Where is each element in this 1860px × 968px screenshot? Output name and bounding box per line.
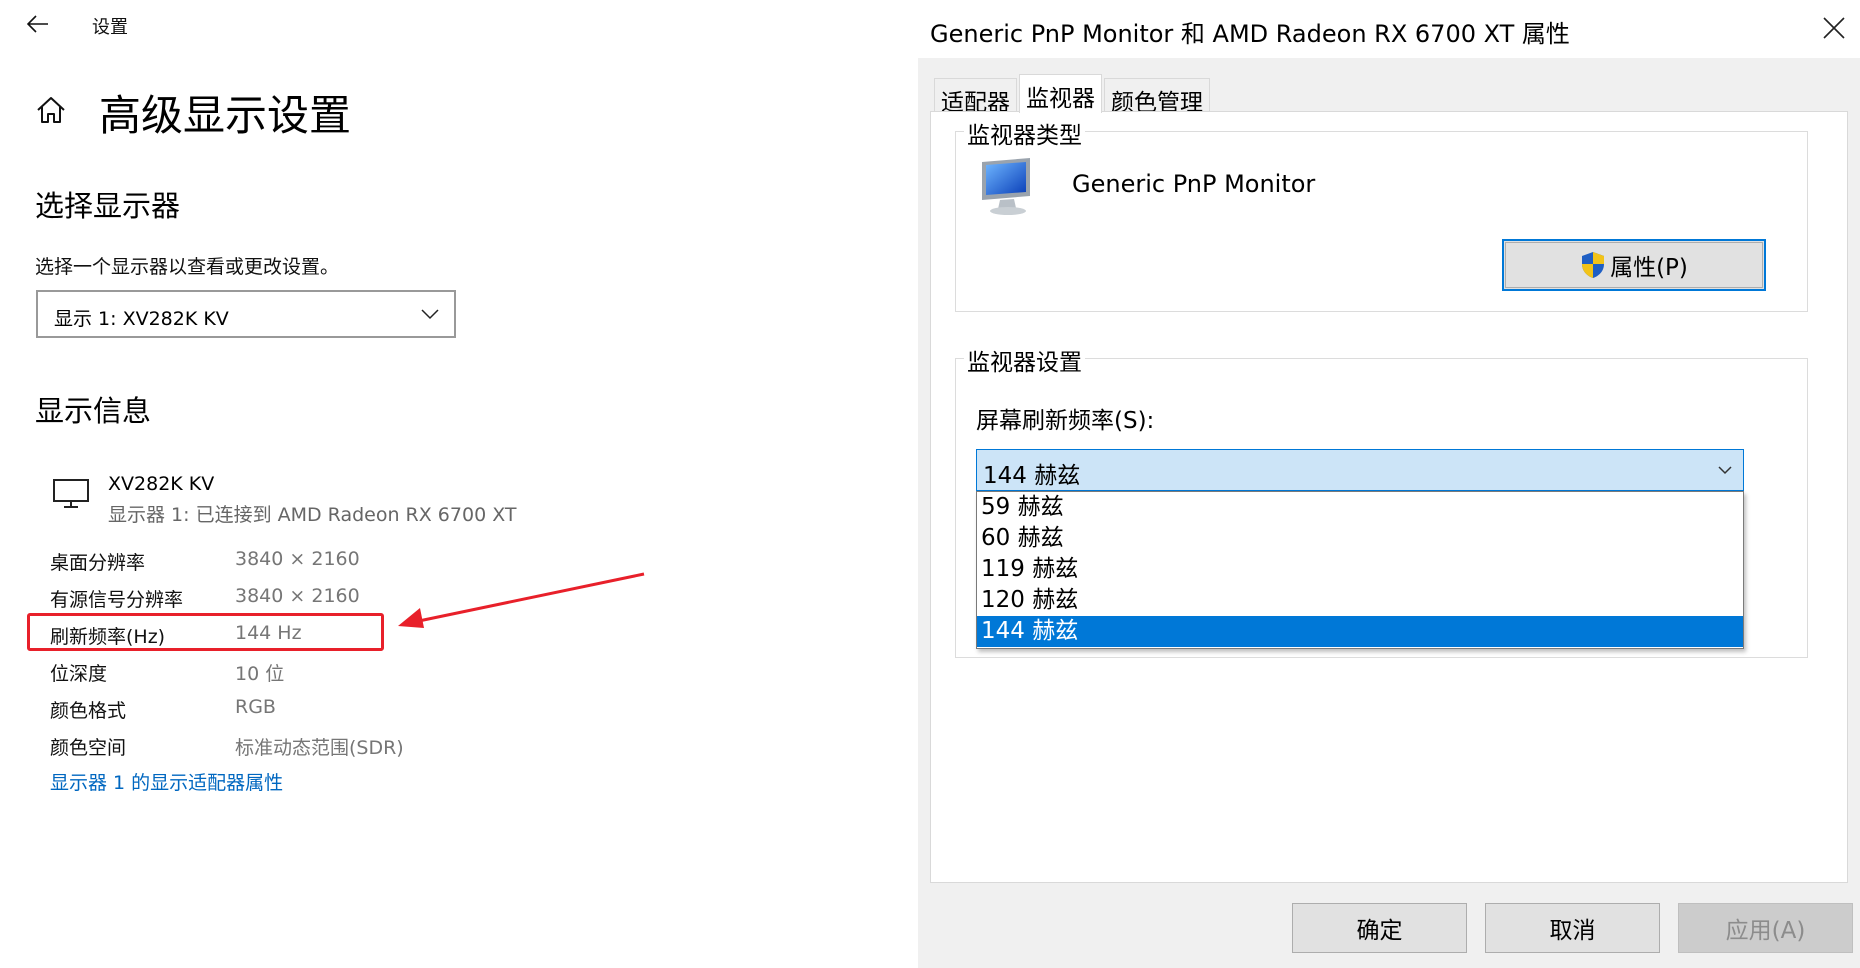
settings-app-title: 设置	[92, 17, 128, 38]
tab-monitor[interactable]: 监视器	[1019, 74, 1102, 113]
refresh-option[interactable]: 119 赫兹	[977, 554, 1743, 585]
choose-display-description: 选择一个显示器以查看或更改设置。	[35, 256, 340, 278]
monitor-type-group: 监视器类型 Generic PnP Monitor 属性(P)	[955, 116, 1808, 312]
refresh-option-selected[interactable]: 144 赫兹	[977, 616, 1743, 647]
refresh-option[interactable]: 120 赫兹	[977, 585, 1743, 616]
page-title: 高级显示设置	[99, 91, 352, 140]
display-select-dropdown[interactable]: 显示 1: XV282K KV	[36, 290, 456, 338]
refresh-rate-combobox[interactable]: 144 赫兹	[976, 449, 1744, 491]
settings-title-bar: 设置	[0, 0, 918, 50]
properties-button-label: 属性(P)	[1610, 255, 1688, 281]
info-value: 标准动态范围(SDR)	[235, 737, 404, 759]
choose-display-heading: 选择显示器	[35, 189, 181, 223]
monitor-settings-group: 监视器设置 屏幕刷新频率(S): 144 赫兹 59 赫兹 60 赫兹 119 …	[955, 343, 1808, 658]
info-value: 3840 × 2160	[235, 548, 360, 570]
info-label: 有源信号分辨率	[50, 589, 184, 611]
info-value: RGB	[235, 696, 276, 718]
ok-button[interactable]: 确定	[1292, 903, 1467, 953]
monitor-settings-group-title: 监视器设置	[964, 343, 1085, 377]
info-value: 10 位	[235, 663, 285, 685]
tab-adapter[interactable]: 适配器	[934, 78, 1017, 116]
annotation-highlight-box	[27, 613, 384, 651]
display-info-heading: 显示信息	[35, 394, 152, 428]
info-value: 3840 × 2160	[235, 585, 360, 607]
properties-dialog: Generic PnP Monitor 和 AMD Radeon RX 6700…	[918, 0, 1860, 968]
settings-window: 设置 高级显示设置 选择显示器 选择一个显示器以查看或更改设置。 显示 1: X…	[0, 0, 918, 968]
refresh-rate-selected: 144 赫兹	[983, 463, 1081, 489]
uac-shield-icon	[1582, 252, 1605, 278]
info-label: 颜色格式	[50, 700, 127, 722]
refresh-option[interactable]: 59 赫兹	[977, 492, 1743, 523]
back-button[interactable]	[22, 8, 54, 40]
monitor-icon	[53, 479, 89, 508]
back-arrow-icon	[27, 15, 48, 33]
home-icon[interactable]	[34, 93, 68, 127]
dialog-body: 适配器 监视器 颜色管理 监视器类型 Generic PnP Monitor 属…	[918, 58, 1860, 968]
adapter-properties-link[interactable]: 显示器 1 的显示适配器属性	[50, 768, 283, 795]
dialog-title: Generic PnP Monitor 和 AMD Radeon RX 6700…	[930, 20, 1570, 48]
chevron-down-icon	[421, 309, 439, 320]
monitor-properties-button[interactable]: 属性(P)	[1502, 239, 1766, 291]
tab-color-management[interactable]: 颜色管理	[1104, 78, 1210, 116]
info-label: 桌面分辨率	[50, 552, 146, 574]
monitor-device-icon	[982, 158, 1030, 215]
refresh-rate-label: 屏幕刷新频率(S):	[976, 408, 1155, 434]
monitor-type-name: Generic PnP Monitor	[1072, 170, 1316, 198]
cancel-button[interactable]: 取消	[1485, 903, 1660, 953]
annotation-arrow-icon	[398, 572, 645, 628]
apply-button[interactable]: 应用(A)	[1678, 903, 1853, 953]
info-label: 位深度	[50, 663, 108, 685]
screenshot-root: 设置 高级显示设置 选择显示器 选择一个显示器以查看或更改设置。 显示 1: X…	[0, 0, 1860, 968]
close-icon[interactable]	[1820, 14, 1848, 42]
refresh-rate-dropdown-list: 59 赫兹 60 赫兹 119 赫兹 120 赫兹 144 赫兹	[976, 491, 1744, 649]
chevron-down-icon	[1718, 466, 1732, 475]
refresh-option[interactable]: 60 赫兹	[977, 523, 1743, 554]
info-label: 颜色空间	[50, 737, 127, 759]
monitor-type-group-title: 监视器类型	[964, 116, 1085, 150]
tab-panel-monitor: 监视器类型 Generic PnP Monitor 属性(P) 监视器设置 屏幕…	[930, 111, 1848, 883]
monitor-connection: 显示器 1: 已连接到 AMD Radeon RX 6700 XT	[108, 504, 517, 526]
monitor-name: XV282K KV	[108, 473, 215, 495]
display-select-value: 显示 1: XV282K KV	[54, 308, 229, 330]
